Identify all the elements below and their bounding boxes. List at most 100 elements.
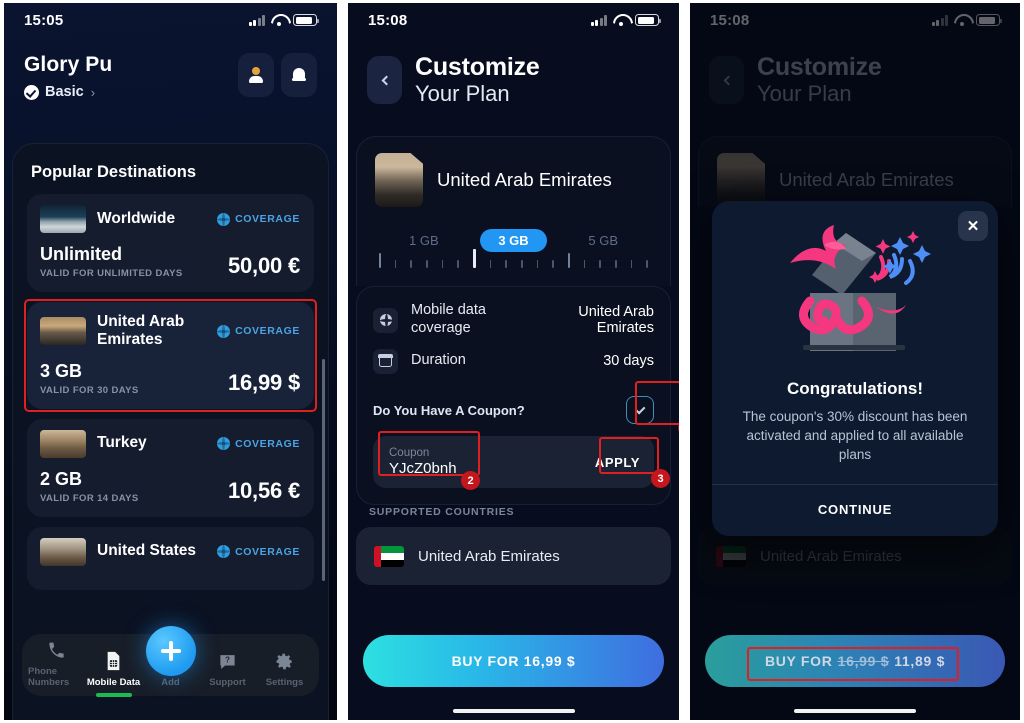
tab-phone-numbers[interactable]: Phone Numbers (28, 639, 85, 688)
destination-card-worldwide[interactable]: Worldwide COVERAGE Unlimited VALID FOR U… (27, 194, 314, 292)
tab-support[interactable]: ? Support (199, 650, 256, 688)
profile-button[interactable] (238, 53, 274, 97)
plan-size: 3 GB (40, 360, 83, 381)
page-title-block: Customize Your Plan (415, 53, 540, 106)
phone-icon (47, 639, 66, 661)
home-indicator (794, 709, 916, 713)
detail-label: Mobile data coverage (411, 302, 486, 336)
continue-button[interactable]: CONTINUE (712, 485, 998, 536)
notifications-button[interactable] (281, 53, 317, 97)
tab-label: Settings (265, 677, 304, 688)
home-indicator (452, 709, 575, 713)
card-top: Turkey COVERAGE (40, 429, 300, 458)
detail-value: 30 days (603, 353, 654, 369)
coverage-link[interactable]: COVERAGE (217, 545, 300, 559)
plan-validity: VALID FOR UNLIMITED DAYS (40, 268, 183, 279)
user-name: Glory Pu (24, 53, 113, 76)
buy-button[interactable]: BUY FOR 16,99 $ (363, 635, 664, 687)
supported-country-name: United Arab Emirates (418, 547, 560, 565)
coverage-link[interactable]: COVERAGE (217, 212, 300, 226)
plan-price: 16,99 $ (227, 369, 300, 395)
plan-validity: VALID FOR 30 DAYS (40, 384, 139, 396)
globe-icon (217, 545, 231, 559)
close-icon[interactable]: ✕ (958, 211, 988, 241)
plan-country-name: United Arab Emirates (437, 169, 612, 190)
phone-panel-customize: 15:08 Customize Your Plan United Arab Em… (341, 0, 683, 723)
sim-card-icon (105, 650, 122, 672)
gift-box-confetti-icon (712, 201, 998, 379)
destination-name: Turkey (97, 434, 147, 452)
supported-country-item[interactable]: United Arab Emirates (356, 527, 671, 585)
coverage-label: COVERAGE (235, 213, 300, 225)
cellular-bars-icon (248, 14, 265, 26)
plan-header: United Arab Emirates (357, 153, 670, 207)
destination-name: United Arab Emirates (97, 313, 185, 349)
customize-screen: 15:08 Customize Your Plan United Arab Em… (348, 3, 679, 720)
back-button[interactable] (367, 56, 402, 105)
destination-card-united-states[interactable]: United States COVERAGE (27, 526, 314, 590)
verified-badge-icon (24, 84, 39, 100)
status-bar: 15:08 (348, 3, 679, 37)
buy-prefix: BUY FOR (764, 653, 833, 669)
status-time: 15:05 (24, 11, 64, 29)
coupon-value: YJcZ0bnh (389, 460, 457, 477)
destination-name: United States (97, 542, 197, 560)
coupon-input[interactable]: Coupon YJcZ0bnh (389, 447, 457, 477)
gear-icon (275, 650, 294, 672)
coverage-link[interactable]: COVERAGE (217, 437, 300, 451)
header-buttons (238, 53, 317, 97)
page-title: Popular Destinations (31, 163, 197, 181)
tier-row[interactable]: Basic › (24, 84, 112, 100)
buy-new-price: 11,89 $ (894, 653, 946, 669)
page-title: Customize (415, 53, 540, 81)
chevron-left-icon (381, 75, 391, 86)
modal-body-text: The coupon's 30% discount has been activ… (742, 409, 968, 463)
user-avatar-icon (248, 67, 264, 83)
scrollbar[interactable] (322, 359, 325, 581)
customize-header: Customize Your Plan (367, 53, 663, 106)
status-indicators (248, 14, 319, 26)
card-bottom: 3 GB VALID FOR 30 DAYS 16,99 $ (40, 361, 300, 396)
user-block: Glory Pu Basic › (24, 53, 112, 100)
plan-size-block: Unlimited VALID FOR UNLIMITED DAYS (40, 244, 183, 279)
detail-row-coverage: Mobile data coverage United Arab Emirate… (373, 301, 654, 339)
destination-card-uae[interactable]: United Arab Emirates COVERAGE 3 GB VALID… (24, 299, 317, 412)
plan-size-block: 3 GB VALID FOR 30 DAYS (40, 361, 139, 396)
battery-icon (635, 14, 661, 26)
plan-size: 2 GB (40, 468, 83, 489)
globe-icon (217, 324, 231, 338)
customize-screen-dimmed: 15:08 Customize Your Plan United Arab Em… (690, 3, 1020, 720)
status-bar: 15:05 (4, 3, 337, 37)
size-min-label[interactable]: 1 GB (409, 233, 439, 248)
cellular-bars-icon (590, 14, 607, 26)
detail-label: Duration (411, 352, 466, 369)
detail-value: United Arab Emirates (578, 304, 654, 336)
tab-label: Add (161, 677, 180, 688)
coupon-checkbox[interactable] (626, 396, 654, 424)
country-thumbnail (375, 153, 423, 207)
data-size-slider[interactable] (357, 249, 670, 286)
page-subtitle: Your Plan (415, 80, 510, 106)
plan-validity: VALID FOR 14 DAYS (40, 492, 139, 504)
tab-mobile-data[interactable]: Mobile Data (85, 650, 142, 688)
tab-settings[interactable]: Settings (256, 650, 313, 688)
destination-thumbnail (40, 205, 86, 233)
apply-button[interactable]: APPLY (595, 455, 640, 470)
plus-icon (160, 641, 181, 661)
destination-thumbnail (40, 537, 86, 566)
globe-icon (217, 212, 231, 226)
buy-button[interactable]: BUY FOR 16,99 $ 11,89 $ (705, 635, 1005, 687)
destination-card-turkey[interactable]: Turkey COVERAGE 2 GB VALID FOR 14 DAYS 1… (27, 418, 314, 517)
plan-size: Unlimited (40, 244, 123, 264)
plan-card: United Arab Emirates 1 GB 3 GB 5 GB (356, 136, 671, 286)
size-selected-pill[interactable]: 3 GB (480, 229, 547, 252)
coverage-link[interactable]: COVERAGE (217, 324, 300, 338)
card-top: United Arab Emirates COVERAGE (40, 313, 300, 350)
bell-icon (292, 67, 306, 83)
phone-panel-home: 15:05 Glory Pu Basic › Popular Destinati… (0, 0, 341, 723)
size-max-label[interactable]: 5 GB (588, 233, 618, 248)
add-fab-button[interactable] (145, 626, 196, 676)
home-header: Glory Pu Basic › (24, 53, 317, 100)
coupon-question-row: Do You Have A Coupon? (373, 396, 654, 424)
phone-panel-congratulations: 15:08 Customize Your Plan United Arab Em… (683, 0, 1024, 723)
